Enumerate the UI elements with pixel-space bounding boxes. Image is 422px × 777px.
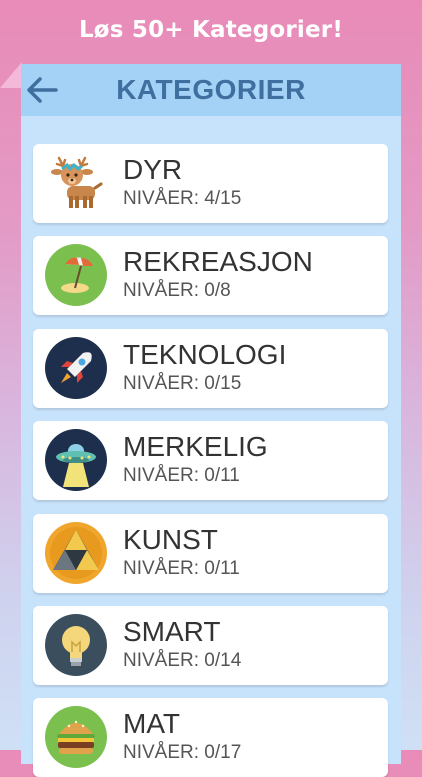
app-bar: KATEGORIER: [21, 64, 401, 116]
ufo-icon: [45, 429, 107, 491]
deer-icon: [51, 156, 103, 208]
category-levels: NIVÅER: 0/11: [123, 465, 240, 486]
category-levels: NIVÅER: 0/14: [123, 650, 242, 671]
category-name: DYR: [123, 154, 183, 185]
category-card-dyr[interactable]: DYR NIVÅER: 4/15: [33, 144, 388, 223]
category-card-smart[interactable]: SMART NIVÅER: 0/14: [33, 606, 388, 685]
category-name: TEKNOLOGI: [123, 339, 287, 370]
decorative-corner: [0, 62, 22, 88]
promo-banner: Løs 50+ Kategorier!: [78, 17, 344, 43]
category-levels: NIVÅER: 0/15: [123, 373, 242, 394]
category-card-kunst[interactable]: KUNST NIVÅER: 0/11: [33, 514, 388, 593]
category-levels: NIVÅER: 0/11: [123, 558, 240, 579]
lightbulb-icon: [45, 614, 107, 676]
back-button[interactable]: [25, 72, 59, 108]
triangle-art-icon: [45, 522, 107, 584]
category-name: MAT: [123, 708, 181, 739]
category-name: REKREASJON: [123, 246, 313, 277]
category-card-merkelig[interactable]: MERKELIG NIVÅER: 0/11: [33, 421, 388, 500]
rocket-icon: [45, 337, 107, 399]
burger-icon: [45, 706, 107, 768]
category-card-teknologi[interactable]: TEKNOLOGI NIVÅER: 0/15: [33, 329, 388, 408]
category-name: MERKELIG: [123, 431, 268, 462]
category-name: KUNST: [123, 524, 218, 555]
screen-panel: KATEGORIER DYR NIVÅER: 4/15 REKREASJON N…: [21, 64, 401, 777]
category-levels: NIVÅER: 4/15: [123, 188, 242, 209]
back-arrow-icon: [27, 77, 58, 103]
category-levels: NIVÅER: 0/8: [123, 280, 231, 301]
beach-umbrella-icon: [45, 244, 107, 306]
page-title: KATEGORIER: [116, 74, 306, 105]
category-name: SMART: [123, 616, 221, 647]
category-card-mat[interactable]: MAT NIVÅER: 0/17: [33, 698, 388, 777]
category-levels: NIVÅER: 0/17: [123, 742, 242, 763]
category-card-rekreasjon[interactable]: REKREASJON NIVÅER: 0/8: [33, 236, 388, 315]
